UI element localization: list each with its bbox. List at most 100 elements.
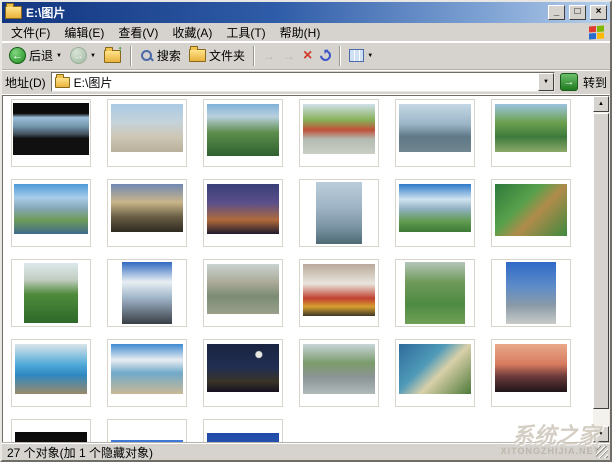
- photo: [303, 104, 375, 154]
- search-icon: [140, 49, 154, 63]
- photo: [207, 104, 279, 156]
- search-button[interactable]: 搜索: [137, 45, 184, 66]
- scroll-up-button[interactable]: ▲: [593, 96, 609, 112]
- thumbnail[interactable]: [107, 99, 187, 167]
- delete-icon: ×: [303, 49, 312, 63]
- thumbnail[interactable]: [299, 259, 379, 327]
- folder-icon: [5, 6, 22, 19]
- address-folder-icon: [55, 77, 70, 88]
- menu-bar: 文件(F) 编辑(E) 查看(V) 收藏(A) 工具(T) 帮助(H): [2, 23, 610, 42]
- menu-item-edit[interactable]: 编辑(E): [57, 23, 111, 42]
- undo-button[interactable]: [317, 48, 334, 63]
- forward-dropdown-icon[interactable]: ▼: [90, 53, 96, 59]
- address-value: E:\图片: [74, 74, 113, 91]
- forward-button[interactable]: → ▼: [67, 45, 99, 66]
- back-label: 后退: [29, 47, 53, 64]
- status-bar: 27 个对象(加 1 个隐藏对象): [2, 443, 610, 460]
- folders-icon: [189, 49, 206, 62]
- copy-to-button[interactable]: →: [280, 47, 298, 65]
- thumbnail[interactable]: [395, 259, 475, 327]
- thumbnail[interactable]: [11, 339, 91, 407]
- title-bar: E:\图片 _ □ ×: [2, 2, 610, 23]
- resize-grip[interactable]: [596, 446, 608, 458]
- thumbnail[interactable]: [491, 259, 571, 327]
- photo: [24, 263, 78, 323]
- menu-item-view[interactable]: 查看(V): [111, 23, 165, 42]
- photo: [405, 262, 465, 324]
- up-folder-icon: ↑: [104, 48, 122, 63]
- minimize-button[interactable]: _: [548, 5, 565, 20]
- windows-logo-icon: [589, 25, 604, 39]
- thumbnail[interactable]: [395, 339, 475, 407]
- back-icon: ←: [9, 47, 26, 64]
- address-dropdown-button[interactable]: ▼: [538, 73, 554, 91]
- thumbnail[interactable]: [11, 99, 91, 167]
- photo: [316, 182, 362, 244]
- thumbnail[interactable]: [491, 339, 571, 407]
- toolbar-separator: [253, 46, 255, 66]
- delete-button[interactable]: ×: [300, 47, 315, 65]
- toolbar-separator: [130, 46, 132, 66]
- scroll-thumb[interactable]: [593, 113, 609, 409]
- photo: [399, 104, 471, 152]
- views-icon: [349, 49, 364, 62]
- thumbnail[interactable]: [491, 99, 571, 167]
- views-dropdown-icon[interactable]: ▼: [367, 53, 373, 59]
- thumbnail[interactable]: [299, 339, 379, 407]
- thumbnail[interactable]: [11, 419, 91, 442]
- thumbnail[interactable]: [203, 419, 283, 442]
- photo: [14, 184, 88, 234]
- photo: [495, 344, 567, 392]
- vertical-scrollbar[interactable]: ▲ ▼: [593, 96, 609, 442]
- up-button[interactable]: ↑: [101, 46, 125, 65]
- close-button[interactable]: ×: [590, 5, 607, 20]
- photo: [111, 104, 183, 152]
- thumbnail[interactable]: [11, 179, 91, 247]
- thumbnail[interactable]: [203, 339, 283, 407]
- move-to-button[interactable]: →: [260, 47, 278, 65]
- photo: [399, 344, 471, 394]
- photo: [399, 184, 471, 232]
- thumbnail[interactable]: [395, 179, 475, 247]
- thumbnail[interactable]: [203, 179, 283, 247]
- toolbar-separator: [339, 46, 341, 66]
- thumbnail[interactable]: [395, 99, 475, 167]
- menu-item-help[interactable]: 帮助(H): [273, 23, 328, 42]
- photo: [207, 433, 279, 442]
- thumbnail[interactable]: [299, 179, 379, 247]
- folders-button[interactable]: 文件夹: [186, 45, 248, 66]
- photo: [15, 344, 87, 394]
- thumbnail[interactable]: [107, 419, 187, 442]
- address-input[interactable]: E:\图片 ▼: [51, 72, 555, 92]
- photo: [207, 344, 279, 392]
- thumbnail[interactable]: [491, 179, 571, 247]
- thumbnail[interactable]: [203, 99, 283, 167]
- thumbnail[interactable]: [299, 99, 379, 167]
- photo: [495, 104, 567, 152]
- views-button[interactable]: ▼: [346, 47, 376, 64]
- back-button[interactable]: ← 后退 ▼: [6, 45, 65, 66]
- folders-label: 文件夹: [209, 47, 245, 64]
- address-label: 地址(D): [5, 74, 46, 91]
- maximize-button[interactable]: □: [569, 5, 586, 20]
- thumbnail[interactable]: [107, 339, 187, 407]
- menu-item-tools[interactable]: 工具(T): [219, 23, 272, 42]
- thumbnail[interactable]: [11, 259, 91, 327]
- thumbnail[interactable]: [107, 179, 187, 247]
- photo: [506, 262, 556, 324]
- photo: [303, 344, 375, 394]
- menu-item-favorites[interactable]: 收藏(A): [165, 23, 219, 42]
- thumbnail[interactable]: [107, 259, 187, 327]
- thumbnail[interactable]: [203, 259, 283, 327]
- photo: [111, 440, 183, 442]
- toolbar: ← 后退 ▼ → ▼ ↑ 搜索 文件夹 → →: [2, 42, 610, 70]
- back-dropdown-icon[interactable]: ▼: [56, 53, 62, 59]
- menu-item-file[interactable]: 文件(F): [4, 23, 57, 42]
- scroll-down-button[interactable]: ▼: [593, 426, 609, 442]
- photo: [111, 344, 183, 394]
- thumbnail-grid: [3, 96, 593, 442]
- status-text: 27 个对象(加 1 个隐藏对象): [7, 444, 153, 461]
- go-button[interactable]: →: [560, 73, 578, 91]
- copy-to-icon: →: [283, 49, 295, 63]
- photo: [15, 432, 87, 442]
